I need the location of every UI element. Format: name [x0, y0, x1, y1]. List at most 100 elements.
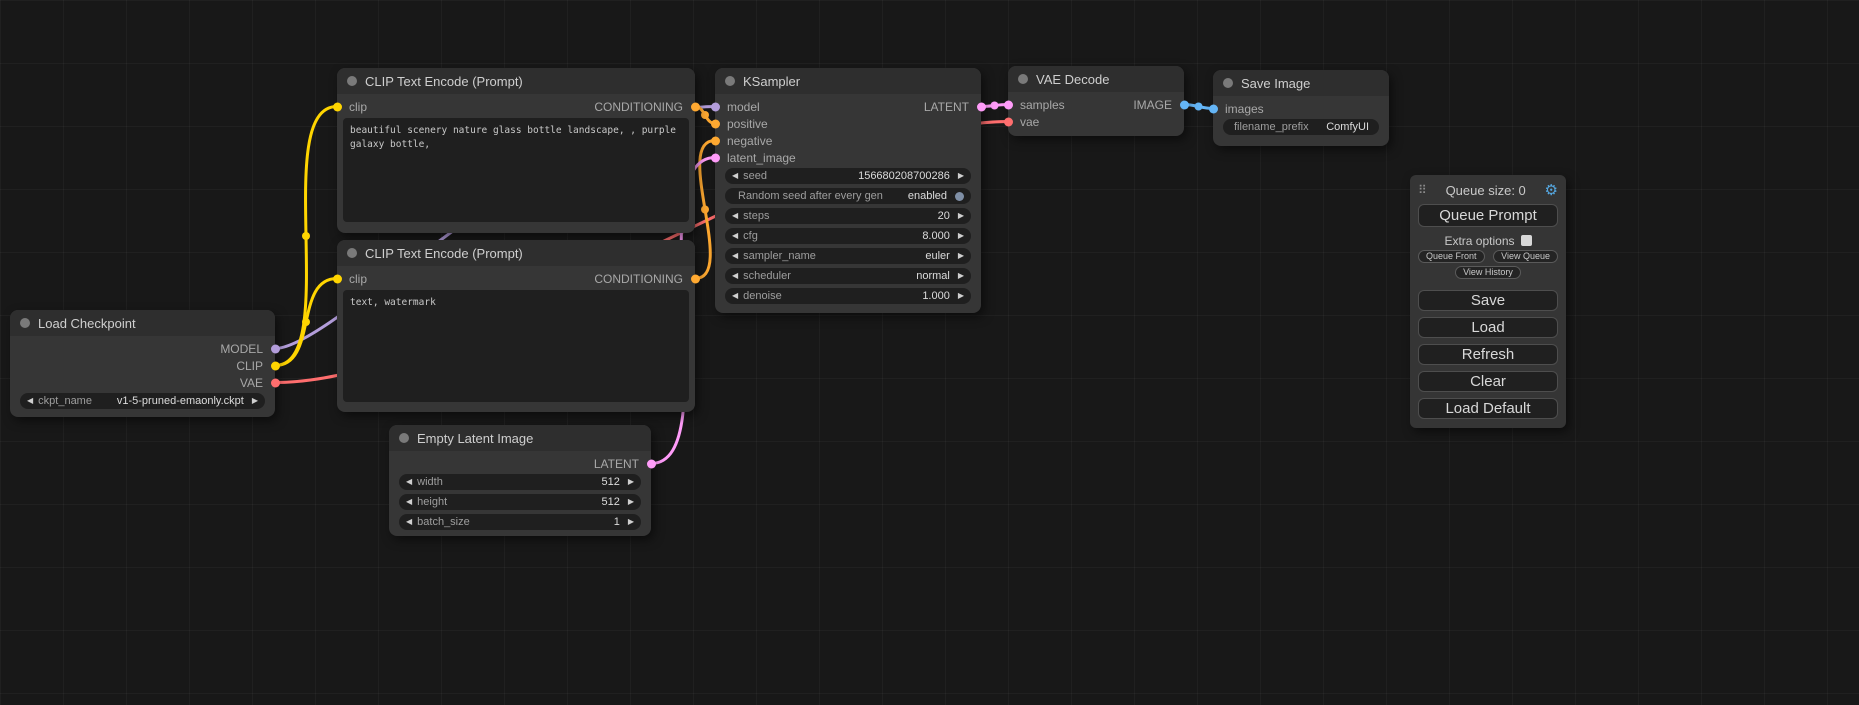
decrement-arrow-icon[interactable]: ◀: [732, 212, 738, 220]
decrement-arrow-icon[interactable]: ◀: [732, 252, 738, 260]
link-midpoint-dot[interactable]: [701, 111, 709, 119]
extra-options-checkbox[interactable]: [1521, 235, 1532, 246]
collapse-dot-icon[interactable]: [347, 248, 357, 258]
link-midpoint-dot[interactable]: [701, 206, 709, 214]
collapse-dot-icon[interactable]: [20, 318, 30, 328]
node-save-image[interactable]: Save Image images filename_prefix ComfyU…: [1213, 70, 1389, 146]
node-title-bar[interactable]: Empty Latent Image: [389, 425, 651, 451]
decrement-arrow-icon[interactable]: ◀: [732, 292, 738, 300]
input-label-clip: clip: [349, 100, 367, 114]
node-clip-text-encode-positive[interactable]: CLIP Text Encode (Prompt) clip CONDITION…: [337, 68, 695, 233]
collapse-dot-icon[interactable]: [399, 433, 409, 443]
node-empty-latent-image[interactable]: Empty Latent Image LATENT ◀ width 512 ▶ …: [389, 425, 651, 536]
output-port-image[interactable]: [1180, 100, 1189, 109]
input-port-positive[interactable]: [711, 119, 720, 128]
collapse-dot-icon[interactable]: [725, 76, 735, 86]
widget-height[interactable]: ◀ height 512 ▶: [399, 494, 641, 510]
link-midpoint-dot[interactable]: [991, 102, 999, 110]
decrement-arrow-icon[interactable]: ◀: [406, 478, 412, 486]
decrement-arrow-icon[interactable]: ◀: [732, 172, 738, 180]
collapse-dot-icon[interactable]: [1018, 74, 1028, 84]
refresh-button[interactable]: Refresh: [1418, 344, 1558, 365]
input-port-latent-image[interactable]: [711, 153, 720, 162]
toggle-dot-icon[interactable]: [955, 192, 964, 201]
output-port-conditioning[interactable]: [691, 102, 700, 111]
decrement-arrow-icon[interactable]: ◀: [732, 272, 738, 280]
decrement-arrow-icon[interactable]: ◀: [406, 518, 412, 526]
widget-filename-prefix[interactable]: filename_prefix ComfyUI: [1223, 119, 1379, 135]
output-port-latent[interactable]: [977, 102, 986, 111]
increment-arrow-icon[interactable]: ▶: [628, 518, 634, 526]
input-port-model[interactable]: [711, 102, 720, 111]
decrement-arrow-icon[interactable]: ◀: [406, 498, 412, 506]
increment-arrow-icon[interactable]: ▶: [958, 272, 964, 280]
widget-steps[interactable]: ◀ steps 20 ▶: [725, 208, 971, 224]
node-title-bar[interactable]: KSampler: [715, 68, 981, 94]
widget-random-seed-toggle[interactable]: Random seed after every gen enabled: [725, 188, 971, 204]
widget-cfg[interactable]: ◀ cfg 8.000 ▶: [725, 228, 971, 244]
collapse-dot-icon[interactable]: [347, 76, 357, 86]
collapse-dot-icon[interactable]: [1223, 78, 1233, 88]
view-queue-button[interactable]: View Queue: [1493, 250, 1558, 263]
input-port-negative[interactable]: [711, 136, 720, 145]
decrement-arrow-icon[interactable]: ◀: [732, 232, 738, 240]
input-port-samples[interactable]: [1004, 100, 1013, 109]
node-ksampler[interactable]: KSampler model LATENT positive negative …: [715, 68, 981, 313]
decrement-arrow-icon[interactable]: ◀: [27, 397, 33, 405]
increment-arrow-icon[interactable]: ▶: [958, 232, 964, 240]
link-midpoint-dot[interactable]: [1195, 103, 1203, 111]
widget-batch-size[interactable]: ◀ batch_size 1 ▶: [399, 514, 641, 530]
load-default-button[interactable]: Load Default: [1418, 398, 1558, 419]
increment-arrow-icon[interactable]: ▶: [252, 397, 258, 405]
node-title-bar[interactable]: VAE Decode: [1008, 66, 1184, 92]
wire-clip-to-positive[interactable]: [275, 107, 337, 366]
increment-arrow-icon[interactable]: ▶: [958, 212, 964, 220]
prompt-textarea[interactable]: beautiful scenery nature glass bottle la…: [343, 118, 689, 222]
output-port-vae[interactable]: [271, 378, 280, 387]
view-history-button[interactable]: View History: [1455, 266, 1521, 279]
link-midpoint-dot[interactable]: [302, 232, 310, 240]
widget-sampler-name[interactable]: ◀ sampler_name euler ▶: [725, 248, 971, 264]
load-button[interactable]: Load: [1418, 317, 1558, 338]
node-title-bar[interactable]: Save Image: [1213, 70, 1389, 96]
node-load-checkpoint[interactable]: Load Checkpoint MODEL CLIP VAE ◀ ckpt_na…: [10, 310, 275, 417]
node-title-bar[interactable]: CLIP Text Encode (Prompt): [337, 68, 695, 94]
output-label-latent: LATENT: [594, 457, 639, 471]
increment-arrow-icon[interactable]: ▶: [958, 292, 964, 300]
link-midpoint-dot[interactable]: [302, 318, 310, 326]
input-label-vae: vae: [1020, 115, 1039, 129]
save-button[interactable]: Save: [1418, 290, 1558, 311]
settings-gear-icon[interactable]: ⚙: [1545, 183, 1558, 198]
node-title-bar[interactable]: Load Checkpoint: [10, 310, 275, 336]
wire-clip-to-negative[interactable]: [275, 279, 337, 366]
widget-ckpt-name[interactable]: ◀ ckpt_name v1-5-pruned-emaonly.ckpt ▶: [20, 393, 265, 409]
input-port-clip[interactable]: [333, 102, 342, 111]
node-clip-text-encode-negative[interactable]: CLIP Text Encode (Prompt) clip CONDITION…: [337, 240, 695, 412]
widget-label: width: [417, 476, 443, 488]
input-port-images[interactable]: [1209, 104, 1218, 113]
output-port-conditioning[interactable]: [691, 274, 700, 283]
increment-arrow-icon[interactable]: ▶: [628, 478, 634, 486]
output-port-model[interactable]: [271, 344, 280, 353]
node-vae-decode[interactable]: VAE Decode samples IMAGE vae: [1008, 66, 1184, 136]
drag-handle-icon[interactable]: ⠿: [1418, 184, 1427, 196]
widget-value: 512: [601, 476, 622, 488]
output-port-latent[interactable]: [647, 459, 656, 468]
widget-denoise[interactable]: ◀ denoise 1.000 ▶: [725, 288, 971, 304]
clear-button[interactable]: Clear: [1418, 371, 1558, 392]
node-title-bar[interactable]: CLIP Text Encode (Prompt): [337, 240, 695, 266]
widget-scheduler[interactable]: ◀ scheduler normal ▶: [725, 268, 971, 284]
increment-arrow-icon[interactable]: ▶: [628, 498, 634, 506]
output-port-clip[interactable]: [271, 361, 280, 370]
queue-prompt-button[interactable]: Queue Prompt: [1418, 204, 1558, 227]
widget-value: ComfyUI: [1326, 121, 1372, 133]
widget-seed[interactable]: ◀ seed 156680208700286 ▶: [725, 168, 971, 184]
widget-value: v1-5-pruned-emaonly.ckpt: [117, 395, 247, 407]
input-port-clip[interactable]: [333, 274, 342, 283]
queue-front-button[interactable]: Queue Front: [1418, 250, 1485, 263]
increment-arrow-icon[interactable]: ▶: [958, 172, 964, 180]
prompt-textarea[interactable]: text, watermark: [343, 290, 689, 402]
widget-width[interactable]: ◀ width 512 ▶: [399, 474, 641, 490]
input-port-vae[interactable]: [1004, 117, 1013, 126]
increment-arrow-icon[interactable]: ▶: [958, 252, 964, 260]
